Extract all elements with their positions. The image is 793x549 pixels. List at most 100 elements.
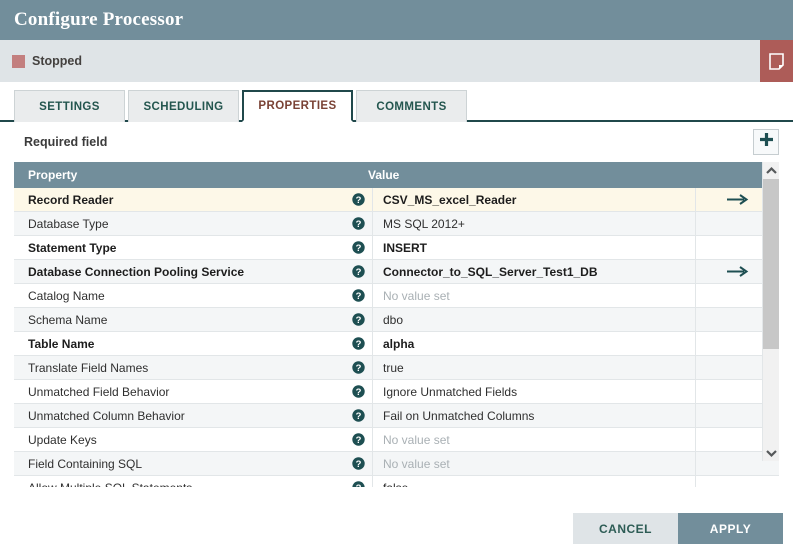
help-icon[interactable]: ? xyxy=(344,457,372,470)
plus-icon xyxy=(759,132,774,152)
property-value-cell[interactable]: Ignore Unmatched Fields xyxy=(372,380,695,404)
tab-scheduling[interactable]: SCHEDULING xyxy=(128,90,239,122)
property-name-cell: Allow Multiple SQL Statements xyxy=(14,481,344,488)
tab-comments-label: COMMENTS xyxy=(376,101,446,113)
help-icon[interactable]: ? xyxy=(344,385,372,398)
property-value-cell[interactable]: No value set xyxy=(372,452,695,476)
status-bar: Stopped xyxy=(0,40,793,82)
svg-text:?: ? xyxy=(355,339,361,350)
svg-text:?: ? xyxy=(355,195,361,206)
apply-button[interactable]: APPLY xyxy=(678,513,783,544)
table-row[interactable]: Schema Name? dbo xyxy=(14,308,779,332)
help-icon[interactable]: ? xyxy=(344,265,372,278)
property-value-cell[interactable]: Connector_to_SQL_Server_Test1_DB xyxy=(372,260,695,284)
table-body: Record Reader?CSV_MS_excel_ReaderDatabas… xyxy=(14,188,779,487)
property-value-cell[interactable]: Fail on Unmatched Columns xyxy=(372,404,695,428)
properties-panel: Required field Property Value Record Rea… xyxy=(0,122,793,499)
table-row[interactable]: Table Name? alpha xyxy=(14,332,779,356)
property-value-cell[interactable]: No value set xyxy=(372,428,695,452)
help-icon[interactable]: ? xyxy=(344,289,372,302)
property-name-cell: Schema Name xyxy=(14,313,344,327)
property-name-cell: Statement Type xyxy=(14,241,344,255)
tab-settings[interactable]: SETTINGS xyxy=(14,90,125,122)
status-badge: Stopped xyxy=(32,54,82,68)
tab-comments[interactable]: COMMENTS xyxy=(356,90,467,122)
window-titlebar: Configure Processor xyxy=(0,0,793,40)
svg-text:?: ? xyxy=(355,387,361,398)
apply-button-label: APPLY xyxy=(710,522,751,536)
table-header-row: Property Value xyxy=(14,162,779,188)
tab-bar: SETTINGS SCHEDULING PROPERTIES COMMENTS xyxy=(0,82,793,122)
scroll-down-button[interactable] xyxy=(763,444,779,461)
property-name-cell: Database Type xyxy=(14,217,344,231)
status-indicator: Stopped xyxy=(0,54,82,68)
page-title: Configure Processor xyxy=(14,9,183,31)
chevron-up-icon xyxy=(766,162,777,180)
svg-text:?: ? xyxy=(355,267,361,278)
svg-text:?: ? xyxy=(355,291,361,302)
help-icon[interactable]: ? xyxy=(344,433,372,446)
help-icon[interactable]: ? xyxy=(344,337,372,350)
help-icon[interactable]: ? xyxy=(344,241,372,254)
note-icon xyxy=(769,53,784,70)
table-row[interactable]: Record Reader? CSV_MS_excel_Reader xyxy=(14,188,779,212)
help-icon[interactable]: ? xyxy=(344,193,372,206)
tab-properties[interactable]: PROPERTIES xyxy=(242,90,353,122)
table-row[interactable]: Catalog Name? No value set xyxy=(14,284,779,308)
cancel-button[interactable]: CANCEL xyxy=(573,513,678,544)
column-header-value: Value xyxy=(358,168,779,182)
svg-text:?: ? xyxy=(355,219,361,230)
property-value-cell[interactable]: No value set xyxy=(372,284,695,308)
property-name-cell: Translate Field Names xyxy=(14,361,344,375)
property-name-cell: Unmatched Column Behavior xyxy=(14,409,344,423)
help-icon[interactable]: ? xyxy=(344,409,372,422)
property-name-cell: Update Keys xyxy=(14,433,344,447)
property-value-cell[interactable]: MS SQL 2012+ xyxy=(372,212,695,236)
table-row[interactable]: Unmatched Column Behavior? Fail on Unmatc… xyxy=(14,404,779,428)
table-row[interactable]: Database Connection Pooling Service? Conn… xyxy=(14,260,779,284)
tab-settings-label: SETTINGS xyxy=(39,101,100,113)
property-name-cell: Table Name xyxy=(14,337,344,351)
help-icon[interactable]: ? xyxy=(344,481,372,487)
help-icon[interactable]: ? xyxy=(344,313,372,326)
table-row[interactable]: Statement Type? INSERT xyxy=(14,236,779,260)
svg-text:?: ? xyxy=(355,315,361,326)
scroll-up-button[interactable] xyxy=(763,162,779,179)
property-value-cell[interactable]: alpha xyxy=(372,332,695,356)
required-field-label: Required field xyxy=(14,135,107,149)
add-property-button[interactable] xyxy=(753,129,779,155)
table-row[interactable]: Allow Multiple SQL Statements?false xyxy=(14,476,779,487)
tab-scheduling-label: SCHEDULING xyxy=(143,101,223,113)
chevron-down-icon xyxy=(766,444,777,462)
table-row[interactable]: Translate Field Names? true xyxy=(14,356,779,380)
column-header-property: Property xyxy=(14,168,358,182)
table-row[interactable]: Database Type? MS SQL 2012+ xyxy=(14,212,779,236)
help-icon[interactable]: ? xyxy=(344,217,372,230)
property-value-cell[interactable]: INSERT xyxy=(372,236,695,260)
property-name-cell: Database Connection Pooling Service xyxy=(14,265,344,279)
svg-text:?: ? xyxy=(355,411,361,422)
table-row[interactable]: Update Keys? No value set xyxy=(14,428,779,452)
value-action-cell xyxy=(695,476,779,488)
property-name-cell: Record Reader xyxy=(14,193,344,207)
note-button[interactable] xyxy=(760,40,793,82)
svg-text:?: ? xyxy=(355,435,361,446)
help-icon[interactable]: ? xyxy=(344,361,372,374)
tab-properties-label: PROPERTIES xyxy=(258,100,336,112)
svg-text:?: ? xyxy=(355,363,361,374)
dialog-footer: CANCEL APPLY xyxy=(0,508,793,549)
cancel-button-label: CANCEL xyxy=(599,522,652,536)
scrollbar-thumb[interactable] xyxy=(763,179,779,349)
table-scrollbar[interactable] xyxy=(762,162,779,461)
property-name-cell: Catalog Name xyxy=(14,289,344,303)
property-value-cell[interactable]: dbo xyxy=(372,308,695,332)
property-value-cell[interactable]: true xyxy=(372,356,695,380)
property-value-cell[interactable]: false xyxy=(372,476,695,488)
properties-toolbar: Required field xyxy=(14,122,779,162)
table-row[interactable]: Unmatched Field Behavior?Ignore Unmatche… xyxy=(14,380,779,404)
svg-text:?: ? xyxy=(355,243,361,254)
table-row[interactable]: Field Containing SQL?No value set xyxy=(14,452,779,476)
svg-text:?: ? xyxy=(355,459,361,470)
properties-table: Property Value Record Reader? CSV_MS_exce… xyxy=(14,162,779,487)
property-value-cell[interactable]: CSV_MS_excel_Reader xyxy=(372,188,695,212)
